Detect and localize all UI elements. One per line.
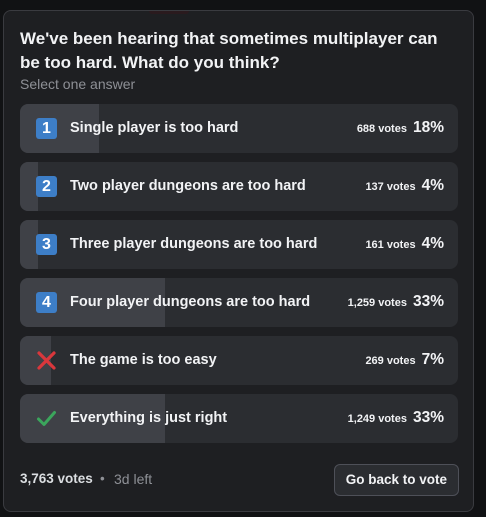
answer-label: Two player dungeons are too hard xyxy=(70,178,306,194)
answer-option-4[interactable]: 4 Four player dungeons are too hard 1,25… xyxy=(20,278,458,327)
time-left: 3d left xyxy=(114,471,153,487)
answer-stats: 161 votes 4% xyxy=(365,235,444,253)
answer-label: Single player is too hard xyxy=(70,120,239,136)
vote-count: 269 votes xyxy=(365,355,416,367)
answer-label: Everything is just right xyxy=(70,410,228,426)
vote-count: 137 votes xyxy=(365,181,416,193)
go-back-to-vote-button[interactable]: Go back to vote xyxy=(333,464,459,496)
top-edge-accent xyxy=(149,11,189,14)
vote-percent: 33% xyxy=(412,293,444,310)
answer-option-5[interactable]: The game is too easy 269 votes 7% xyxy=(20,336,458,385)
vote-percent: 4% xyxy=(421,177,444,194)
vote-percent: 33% xyxy=(412,409,444,426)
cross-mark-icon xyxy=(37,351,56,370)
vote-percent: 4% xyxy=(421,235,444,252)
vote-share-bar xyxy=(20,220,38,269)
number-4-icon: 4 xyxy=(36,292,57,313)
answer-option-1[interactable]: 1 Single player is too hard 688 votes 18… xyxy=(20,104,458,153)
answer-label: The game is too easy xyxy=(70,352,217,368)
answer-option-2[interactable]: 2 Two player dungeons are too hard 137 v… xyxy=(20,162,458,211)
vote-count: 1,249 votes xyxy=(347,413,407,425)
answer-label: Three player dungeons are too hard xyxy=(70,236,318,252)
poll-question: We've been hearing that sometimes multip… xyxy=(20,29,438,72)
answer-stats: 269 votes 7% xyxy=(365,351,444,369)
vote-count: 161 votes xyxy=(365,239,416,251)
total-votes: 3,763 votes xyxy=(20,471,93,486)
vote-percent: 7% xyxy=(421,351,444,368)
vote-count: 688 votes xyxy=(356,123,407,135)
answer-stats: 137 votes 4% xyxy=(365,177,444,195)
answer-option-6[interactable]: Everything is just right 1,249 votes 33% xyxy=(20,394,458,443)
answer-stats: 1,259 votes 33% xyxy=(348,293,444,311)
separator-dot: • xyxy=(100,471,105,486)
poll-card: We've been hearing that sometimes multip… xyxy=(3,10,474,512)
answer-stats: 1,249 votes 33% xyxy=(348,409,444,427)
vote-share-bar xyxy=(20,162,38,211)
answer-stats: 688 votes 18% xyxy=(357,119,444,137)
number-3-icon: 3 xyxy=(36,234,57,255)
vote-count: 1,259 votes xyxy=(347,297,407,309)
number-1-icon: 1 xyxy=(36,118,57,139)
check-mark-icon xyxy=(37,411,56,426)
vote-percent: 18% xyxy=(412,119,444,136)
answer-list: 1 Single player is too hard 688 votes 18… xyxy=(20,104,458,452)
answer-label: Four player dungeons are too hard xyxy=(70,294,311,310)
answer-option-3[interactable]: 3 Three player dungeons are too hard 161… xyxy=(20,220,458,269)
number-2-icon: 2 xyxy=(36,176,57,197)
poll-hint: Select one answer xyxy=(20,76,136,92)
